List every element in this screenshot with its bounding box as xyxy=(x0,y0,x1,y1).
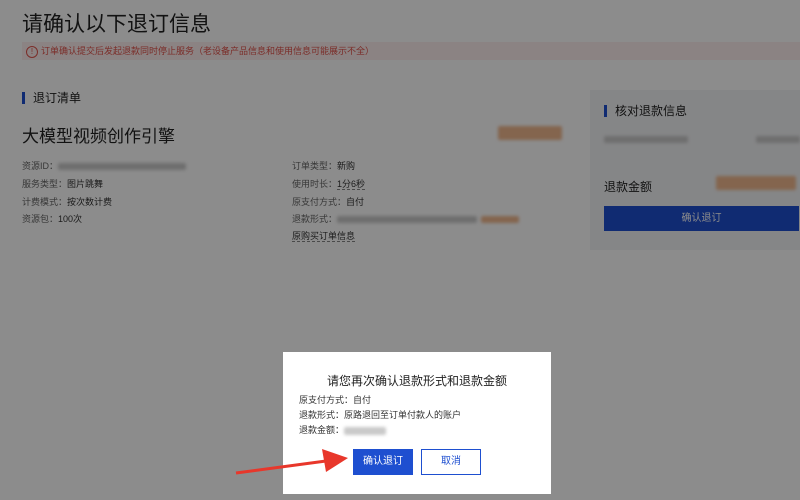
arrow-head xyxy=(322,449,348,472)
red-arrow-annotation xyxy=(235,449,348,475)
arrow-shaft xyxy=(235,459,327,475)
